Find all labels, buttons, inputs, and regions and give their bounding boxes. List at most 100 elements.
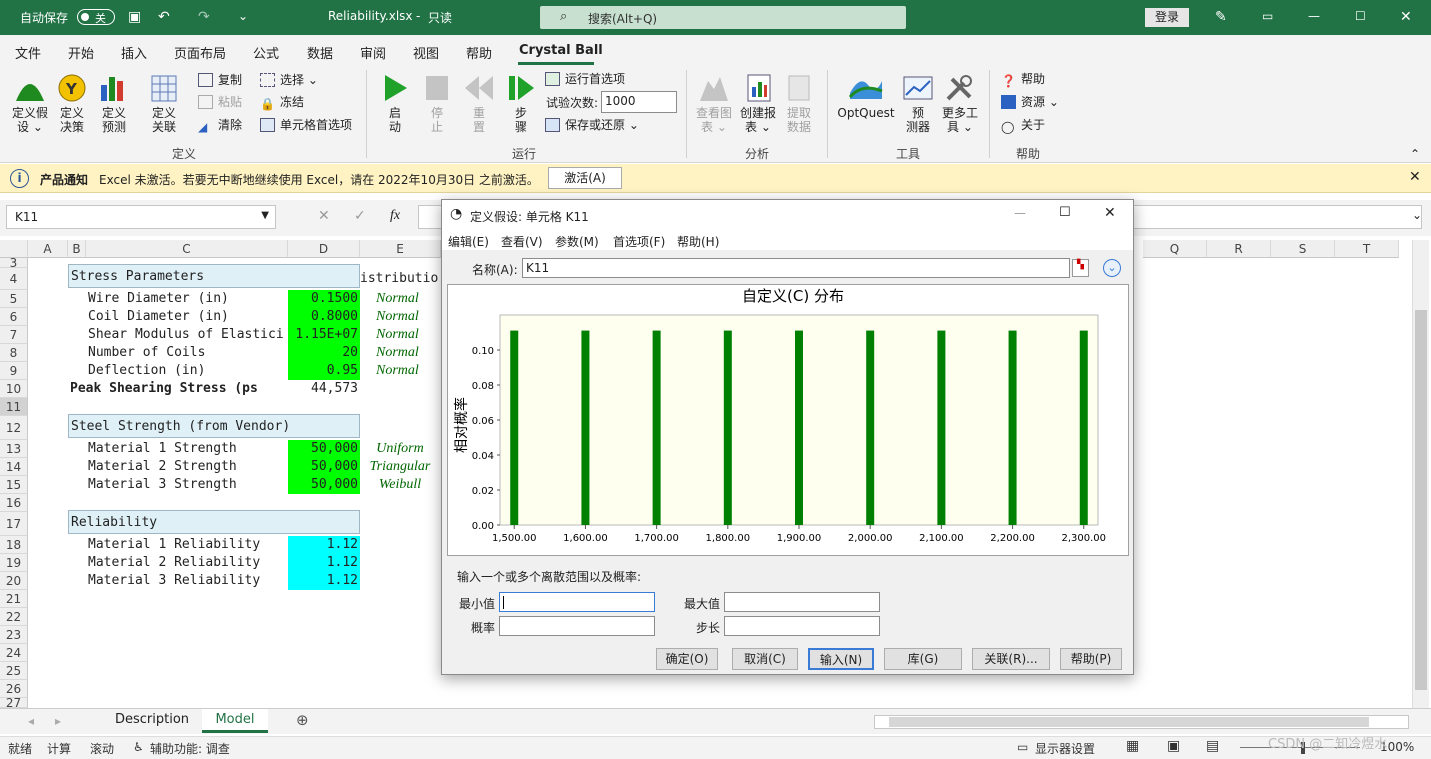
row-header[interactable]: 24 xyxy=(0,644,28,662)
tab-view[interactable]: 视图 xyxy=(413,43,439,62)
parameter-value[interactable]: 0.95 xyxy=(288,362,360,380)
column-header-a[interactable]: A xyxy=(28,240,68,258)
maximize-icon[interactable]: ☐ xyxy=(1355,9,1366,23)
resources-button[interactable]: 资源 ⌄ xyxy=(1001,93,1059,111)
row-header[interactable]: 6 xyxy=(0,308,28,326)
tab-data[interactable]: 数据 xyxy=(307,43,333,62)
peak-stress-value[interactable]: 44,573 xyxy=(288,380,360,398)
sheet-tab-model[interactable]: Model xyxy=(202,709,268,733)
reliability-label[interactable]: Material 2 Reliability xyxy=(86,554,288,572)
dialog-close-icon[interactable]: ✕ xyxy=(1104,205,1116,221)
define-assumption-button[interactable]: 定义假设 ⌄ xyxy=(8,73,52,134)
tab-home[interactable]: 开始 xyxy=(68,43,94,62)
reset-button[interactable]: 重置 xyxy=(462,73,496,134)
strength-value[interactable]: 50,000 xyxy=(288,476,360,494)
cell-e4[interactable]: istributio xyxy=(360,268,441,290)
row-header[interactable]: 25 xyxy=(0,662,28,680)
row-header[interactable]: 9 xyxy=(0,362,28,380)
row-header[interactable]: 16 xyxy=(0,494,28,512)
row-header[interactable]: 12 xyxy=(0,416,28,440)
cancel-button[interactable]: 取消(C) xyxy=(732,648,798,670)
next-sheet-icon[interactable]: ▸ xyxy=(55,714,61,728)
tab-review[interactable]: 审阅 xyxy=(360,43,386,62)
row-header[interactable]: 23 xyxy=(0,626,28,644)
name-box[interactable]: K11 ▼ xyxy=(6,205,276,229)
select-button[interactable]: 选择 ⌄ xyxy=(260,71,318,89)
parameter-label[interactable]: Shear Modulus of Elastici xyxy=(86,326,288,344)
column-header-r[interactable]: R xyxy=(1207,240,1271,258)
row-header[interactable]: 27 xyxy=(0,697,28,709)
insert-function-icon[interactable]: fx xyxy=(390,208,400,224)
correlate-button[interactable]: 关联(R)... xyxy=(972,648,1050,670)
parameter-label[interactable]: Number of Coils xyxy=(86,344,288,362)
parameter-label[interactable]: Coil Diameter (in) xyxy=(86,308,288,326)
reliability-label[interactable]: Material 3 Reliability xyxy=(86,572,288,590)
step-input[interactable] xyxy=(724,616,880,636)
search-box[interactable]: ⌕ 搜索(Alt+Q) xyxy=(540,6,906,29)
expand-dialog-icon[interactable]: ⌄ xyxy=(1103,259,1121,277)
page-layout-view-icon[interactable]: ▣ xyxy=(1167,738,1180,754)
parameter-label[interactable]: Wire Diameter (in) xyxy=(86,290,288,308)
dialog-menu-view[interactable]: 查看(V) xyxy=(501,233,543,250)
row-header[interactable]: 5 xyxy=(0,290,28,308)
distribution-label[interactable]: Normal xyxy=(376,326,436,344)
dialog-menu-help[interactable]: 帮助(H) xyxy=(677,233,719,250)
autosave-toggle[interactable]: 关 xyxy=(77,9,115,25)
horizontal-scrollbar[interactable] xyxy=(874,715,1409,729)
step-button[interactable]: 步骤 xyxy=(505,73,537,134)
row-header[interactable]: 8 xyxy=(0,344,28,362)
distribution-label[interactable]: Normal xyxy=(376,308,436,326)
row-header[interactable]: 13 xyxy=(0,440,28,458)
dialog-menu-preferences[interactable]: 首选项(F) xyxy=(613,233,665,250)
row-header[interactable]: 15 xyxy=(0,476,28,494)
close-icon[interactable]: ✕ xyxy=(1400,9,1412,25)
horizontal-scroll-thumb[interactable] xyxy=(889,717,1369,727)
more-tools-button[interactable]: 更多工具 ⌄ xyxy=(940,73,980,134)
define-decision-button[interactable]: Y 定义 决策 xyxy=(54,73,90,134)
section-title-reliability[interactable]: Reliability xyxy=(68,510,360,534)
peak-stress-label[interactable]: Peak Shearing Stress (ps xyxy=(70,380,288,398)
view-charts-button[interactable]: 查看图表 ⌄ xyxy=(694,73,734,134)
sheet-tab-description[interactable]: Description xyxy=(104,709,200,733)
tab-page-layout[interactable]: 页面布局 xyxy=(174,43,226,62)
collapse-ribbon-icon[interactable]: ⌃ xyxy=(1410,147,1420,161)
row-header[interactable]: 4 xyxy=(0,268,28,290)
column-header-d[interactable]: D xyxy=(288,240,360,258)
redo-icon[interactable]: ↷ xyxy=(198,9,210,25)
login-button[interactable]: 登录 xyxy=(1145,8,1189,27)
row-header[interactable]: 14 xyxy=(0,458,28,476)
about-button[interactable]: ◯ 关于 xyxy=(1001,116,1045,134)
vertical-scroll-thumb[interactable] xyxy=(1415,310,1427,690)
row-header[interactable]: 20 xyxy=(0,572,28,590)
ribbon-display-icon[interactable]: ▭ xyxy=(1262,9,1273,23)
reliability-value[interactable]: 1.12 xyxy=(288,572,360,590)
status-display-settings[interactable]: 显示器设置 xyxy=(1035,740,1095,757)
help-button[interactable]: ❓ 帮助 xyxy=(1001,70,1045,88)
paste-button[interactable]: 粘贴 xyxy=(198,93,242,111)
distribution-label[interactable]: Normal xyxy=(376,290,436,308)
clear-button[interactable]: ◢ 清除 xyxy=(198,116,242,134)
strength-label[interactable]: Material 2 Strength xyxy=(86,458,288,476)
distribution-label[interactable]: Uniform xyxy=(360,440,440,458)
parameter-label[interactable]: Deflection (in) xyxy=(86,362,288,380)
expand-formula-icon[interactable]: ⌄ xyxy=(1412,208,1422,222)
ok-button[interactable]: 确定(O) xyxy=(656,648,718,670)
name-box-dropdown-icon[interactable]: ▼ xyxy=(261,210,269,221)
confirm-entry-icon[interactable]: ✓ xyxy=(354,208,366,224)
page-break-view-icon[interactable]: ▤ xyxy=(1206,738,1219,754)
add-sheet-icon[interactable]: ⊕ xyxy=(296,711,309,729)
enter-button[interactable]: 输入(N) xyxy=(808,648,874,670)
activate-button[interactable]: 激活(A) xyxy=(548,167,622,189)
row-header[interactable]: 22 xyxy=(0,608,28,626)
save-restore-button[interactable]: 保存或还原 ⌄ xyxy=(545,116,639,134)
gallery-button[interactable]: 库(G) xyxy=(884,648,962,670)
optquest-button[interactable]: OptQuest xyxy=(836,73,896,120)
close-notice-icon[interactable]: ✕ xyxy=(1409,169,1421,185)
reliability-value[interactable]: 1.12 xyxy=(288,536,360,554)
reliability-label[interactable]: Material 1 Reliability xyxy=(86,536,288,554)
customize-icon[interactable]: ⌄ xyxy=(238,9,248,23)
distribution-label[interactable]: Triangular xyxy=(360,458,440,476)
define-correlation-button[interactable]: 定义 关联 xyxy=(146,73,182,134)
row-header[interactable]: 11 xyxy=(0,398,28,416)
column-header-e[interactable]: E xyxy=(360,240,441,258)
